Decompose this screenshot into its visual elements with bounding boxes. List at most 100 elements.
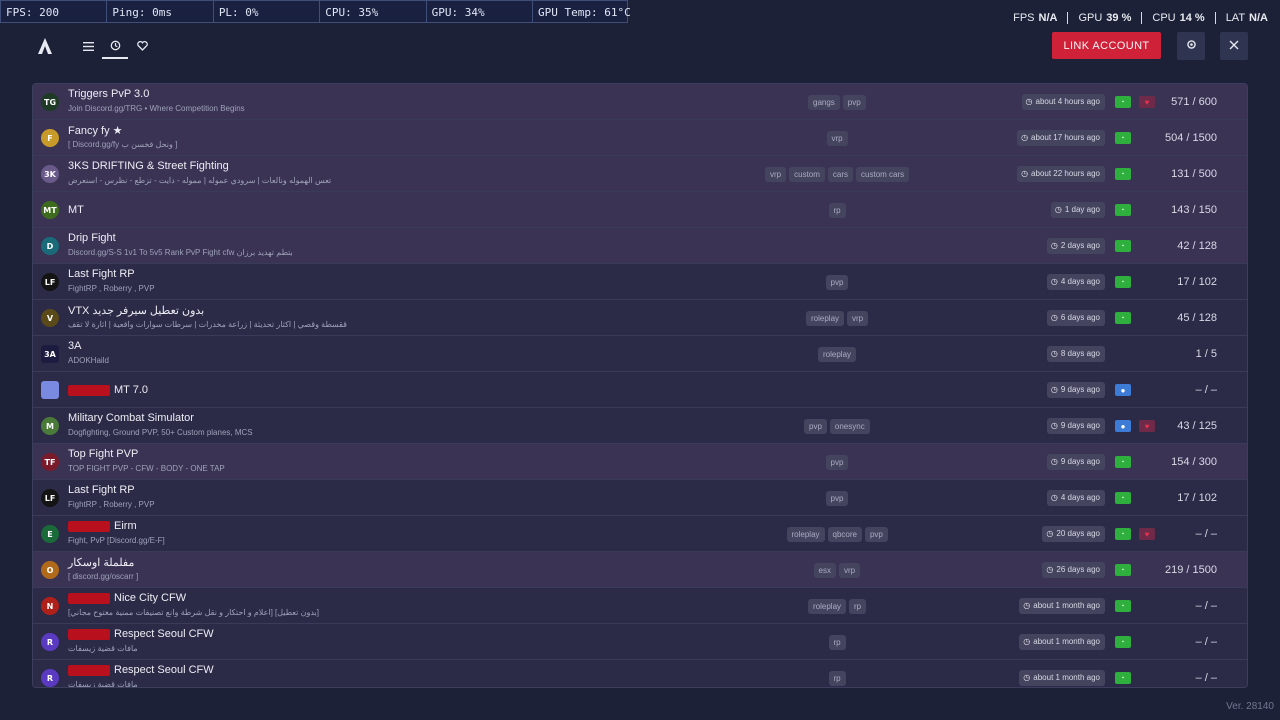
- server-name: 3A: [68, 340, 81, 352]
- app-logo[interactable]: [37, 37, 53, 55]
- last-seen: ◷ 8 days ago: [1046, 346, 1105, 362]
- server-tag[interactable]: vrp: [838, 563, 861, 578]
- server-row[interactable]: 3A 3A ADOKHaild roleplay ◷ 8 days ago 1 / 5: [33, 336, 1247, 372]
- server-name-text: Last Fight RP: [68, 268, 135, 280]
- online-badge: ▪: [1115, 492, 1131, 504]
- server-logo: [41, 381, 59, 399]
- server-tag[interactable]: vrp: [765, 167, 787, 182]
- server-row[interactable]: D Drip Fight Discord.gg/S-S 1v1 To 5v5 Ran…: [33, 228, 1247, 264]
- player-count: – / –: [1195, 672, 1217, 684]
- server-logo: E: [41, 525, 59, 543]
- server-tag[interactable]: roleplay: [808, 599, 847, 614]
- server-tag[interactable]: cars: [827, 167, 854, 182]
- close-button[interactable]: [1220, 32, 1248, 60]
- online-badge: ▪: [1115, 168, 1131, 180]
- server-tag[interactable]: vrp: [847, 311, 869, 326]
- server-row[interactable]: TG Triggers PvP 3.0 Join Discord.gg/TRG • …: [33, 84, 1247, 120]
- server-name: Top Fight PVP: [68, 448, 138, 460]
- server-tags: esx vrp: [813, 563, 861, 578]
- clock-icon: ◷: [1050, 277, 1058, 286]
- server-logo: R: [41, 669, 59, 687]
- clock-icon: ◷: [1050, 385, 1058, 394]
- server-tag[interactable]: rp: [828, 671, 846, 686]
- premium-badge: ●: [1115, 420, 1131, 432]
- server-tag[interactable]: esx: [813, 563, 836, 578]
- last-seen-text: 1 day ago: [1064, 205, 1100, 214]
- server-tag[interactable]: rp: [849, 599, 867, 614]
- favorite-heart-icon[interactable]: ♥: [1139, 96, 1155, 108]
- server-row[interactable]: 3K 3KS DRIFTING & Street Fighting تعس الهم…: [33, 156, 1247, 192]
- recent-icon: [110, 40, 121, 54]
- server-tag[interactable]: pvp: [864, 527, 888, 542]
- online-badge: ▪: [1115, 636, 1131, 648]
- performance-overlay: FPS: 200 Ping: 0ms PL: 0% CPU: 35% GPU: …: [0, 0, 631, 23]
- server-row[interactable]: MT 7.0 ◷ 9 days ago ● – / –: [33, 372, 1247, 408]
- server-tag-badge: [68, 384, 110, 396]
- server-tags: roleplay: [818, 347, 857, 362]
- server-row[interactable]: R Respect Seoul CFW مافات قضية زيسفات rp ◷ ab…: [33, 624, 1247, 660]
- last-seen-text: 4 days ago: [1060, 277, 1100, 286]
- server-tag-badge: [68, 664, 110, 676]
- server-tag[interactable]: custom: [789, 167, 825, 182]
- server-tag[interactable]: qbcore: [827, 527, 862, 542]
- server-name: VTX بدون تعطيل سيرفر جديد: [68, 304, 204, 317]
- server-tag-badge: [68, 628, 110, 640]
- server-description: FightRP , Roberry , PVP: [68, 500, 155, 509]
- server-description: تعس الهموله ونالعات | سرودي عموله | ممول…: [68, 176, 332, 185]
- server-tag[interactable]: vrp: [826, 131, 848, 146]
- last-seen-text: about 1 month ago: [1033, 673, 1100, 682]
- server-name-text: Top Fight PVP: [68, 448, 139, 460]
- menu-button[interactable]: [75, 37, 101, 57]
- server-tag[interactable]: pvp: [825, 455, 849, 470]
- server-description: مافات قضية زيسفات: [68, 680, 138, 688]
- server-tag[interactable]: roleplay: [806, 311, 845, 326]
- favorite-heart-icon[interactable]: ♥: [1139, 528, 1155, 540]
- server-logo: 3K: [41, 165, 59, 183]
- favorites-tab[interactable]: [129, 37, 155, 57]
- online-badge: ▪: [1115, 204, 1131, 216]
- server-tag[interactable]: gangs: [808, 95, 840, 110]
- player-count: 154 / 300: [1171, 456, 1217, 468]
- last-seen-text: 26 days ago: [1056, 565, 1100, 574]
- server-row[interactable]: F Fancy fy ★ [ Discord.gg/fy ونحل فخسن ب ]…: [33, 120, 1247, 156]
- settings-button[interactable]: [1177, 32, 1205, 60]
- last-seen-text: about 22 hours ago: [1031, 169, 1100, 178]
- online-badge: ▪: [1115, 96, 1131, 108]
- server-row[interactable]: R Respect Seoul CFW مافات قضية زيسفات rp ◷ ab…: [33, 660, 1247, 688]
- server-tag[interactable]: pvp: [842, 95, 866, 110]
- perf-cpu: CPU: 35%: [320, 1, 427, 22]
- online-badge: ▪: [1115, 312, 1131, 324]
- server-row[interactable]: LF Last Fight RP FightRP , Roberry , PVP pv…: [33, 264, 1247, 300]
- server-tag[interactable]: roleplay: [786, 527, 825, 542]
- player-count: 45 / 128: [1177, 312, 1217, 324]
- last-seen-text: 9 days ago: [1060, 385, 1100, 394]
- server-tag[interactable]: rp: [828, 635, 846, 650]
- server-row[interactable]: LF Last Fight RP FightRP , Roberry , PVP pv…: [33, 480, 1247, 516]
- server-tag[interactable]: onesync: [829, 419, 870, 434]
- server-tag[interactable]: pvp: [825, 491, 849, 506]
- server-tags: rp: [828, 203, 846, 218]
- server-logo: N: [41, 597, 59, 615]
- server-row[interactable]: V VTX بدون تعطيل سيرفر جديد ققسطة وقصي | ا…: [33, 300, 1247, 336]
- recent-tab[interactable]: [102, 37, 128, 59]
- server-name-text: Eirm: [114, 520, 137, 532]
- server-name-text: 3A: [68, 340, 82, 352]
- server-row[interactable]: O مفلملة اوسكار [ discord.gg/oscarr ] esx vr…: [33, 552, 1247, 588]
- server-row[interactable]: N Nice City CFW [اعلام و احتكار و نقل شرطة…: [33, 588, 1247, 624]
- link-account-button[interactable]: LINK ACCOUNT: [1052, 32, 1161, 59]
- server-logo: R: [41, 633, 59, 651]
- server-name-text: Last Fight RP: [68, 484, 135, 496]
- perf-packet-loss: PL: 0%: [214, 1, 321, 22]
- server-row[interactable]: E Eirm Fight, PvP [Discord.gg/E-F] roleplay…: [33, 516, 1247, 552]
- server-tag[interactable]: custom cars: [856, 167, 910, 182]
- server-tag[interactable]: pvp: [804, 419, 827, 434]
- server-description: TOP FIGHT PVP - CFW - BODY - ONE TAP: [68, 464, 225, 473]
- server-list[interactable]: TG Triggers PvP 3.0 Join Discord.gg/TRG • …: [32, 83, 1248, 688]
- server-row[interactable]: MT MT rp ◷ 1 day ago ▪ 143 / 150: [33, 192, 1247, 228]
- favorite-heart-icon[interactable]: ♥: [1139, 420, 1155, 432]
- server-row[interactable]: TF Top Fight PVP TOP FIGHT PVP - CFW - BOD…: [33, 444, 1247, 480]
- server-row[interactable]: M Military Combat Simulator Dogfighting, G…: [33, 408, 1247, 444]
- server-tag[interactable]: roleplay: [818, 347, 857, 362]
- server-tag[interactable]: rp: [828, 203, 846, 218]
- server-tag[interactable]: pvp: [825, 275, 849, 290]
